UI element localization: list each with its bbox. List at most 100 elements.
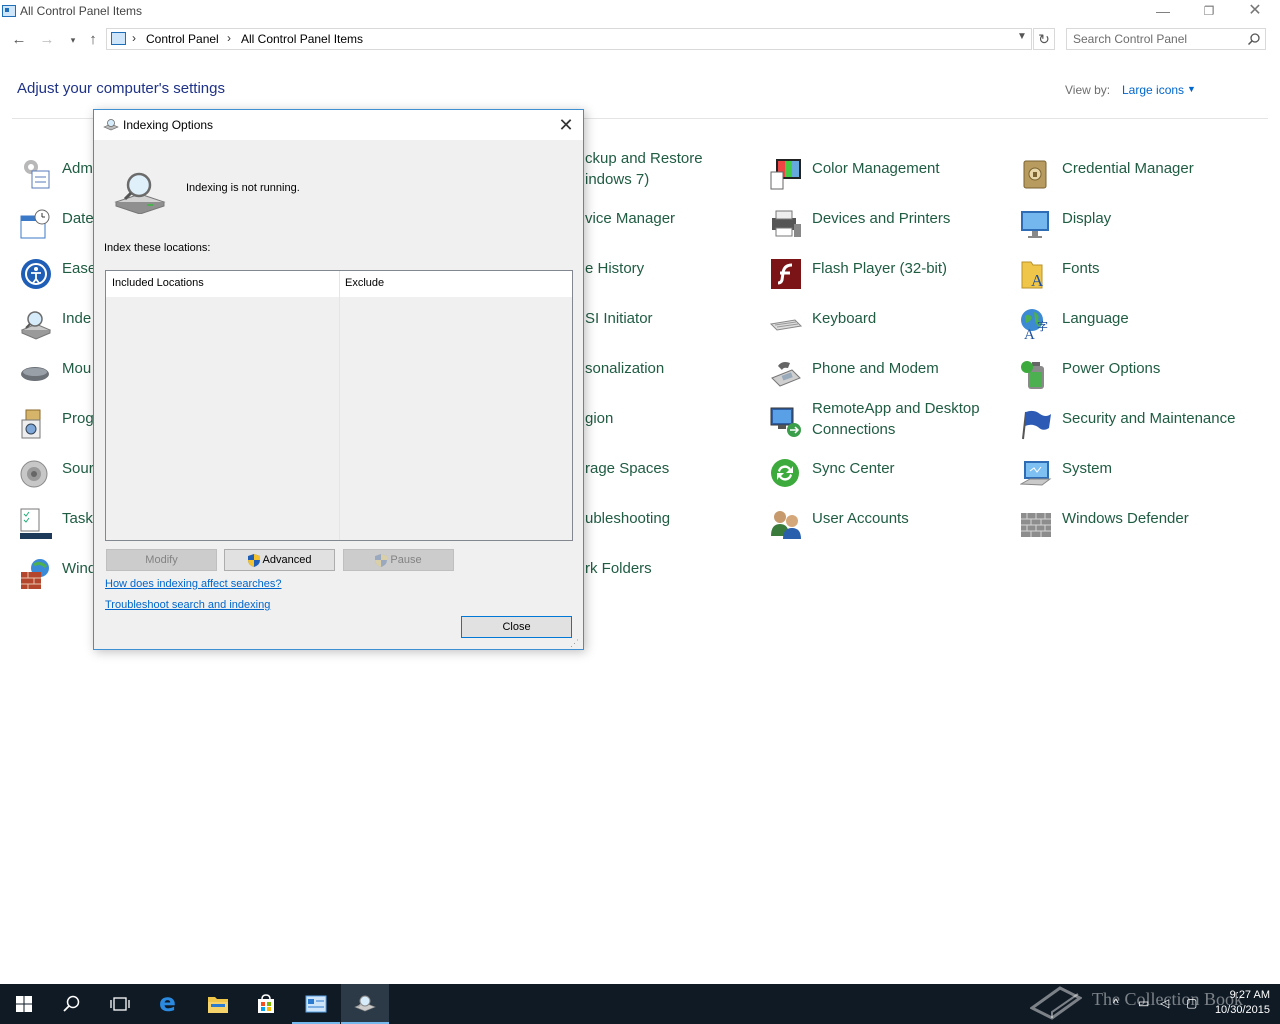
resize-grip-icon[interactable]: ⋰ (570, 638, 579, 649)
sync-center-icon (771, 459, 799, 487)
cp-item-fonts[interactable]: A Fonts (1020, 258, 1260, 302)
cp-item-system[interactable]: System (1020, 458, 1260, 502)
chevron-down-icon[interactable]: ▼ (1017, 31, 1027, 42)
maximize-button[interactable]: ❐ (1186, 0, 1232, 24)
up-arrow-icon[interactable]: ↑ (83, 30, 103, 50)
cp-item-flash-player[interactable]: Flash Player (32-bit) (770, 258, 1010, 302)
remoteapp-icon (770, 407, 801, 437)
cp-item-credential-manager[interactable]: Credential Manager (1020, 158, 1260, 202)
cp-item-mouse[interactable]: Mou (20, 358, 100, 402)
search-input[interactable] (1073, 32, 1243, 46)
indexing-icon (103, 119, 119, 131)
power-options-icon (1021, 361, 1044, 389)
security-maintenance-icon (1022, 410, 1051, 440)
language-icon: A字 (1021, 309, 1048, 340)
search-button[interactable] (48, 984, 96, 1024)
taskbar-file-explorer[interactable] (194, 984, 242, 1024)
cp-item-power-options[interactable]: Power Options (1020, 358, 1260, 402)
cp-item-programs[interactable]: Prog (20, 408, 100, 452)
folder-icon (208, 997, 228, 1013)
window-close-button[interactable]: ✕ (1232, 0, 1278, 24)
breadcrumb-control-panel[interactable]: Control Panel (146, 32, 219, 46)
breadcrumb-chevron-icon[interactable]: › (132, 31, 136, 45)
search-icon[interactable] (1247, 32, 1261, 46)
locations-table[interactable]: Included Locations Exclude (105, 270, 573, 541)
indexing-icon (354, 995, 376, 1012)
close-button[interactable]: Close (461, 616, 572, 638)
column-header-included[interactable]: Included Locations (112, 277, 204, 289)
cp-item-sound[interactable]: Sour (20, 458, 100, 502)
uac-shield-icon (375, 553, 388, 567)
dialog-close-icon[interactable]: ✕ (554, 113, 578, 137)
address-row: ← → ▾ ↑ › Control Panel › All Control Pa… (0, 26, 1280, 54)
index-locations-label: Index these locations: (104, 242, 211, 254)
pause-button[interactable]: Pause (343, 549, 454, 571)
cp-item-label: Keyboard (812, 310, 877, 327)
cp-item-phone-modem[interactable]: Phone and Modem (770, 358, 1010, 402)
start-button[interactable] (0, 984, 48, 1024)
cp-item-sync-center[interactable]: Sync Center (770, 458, 1010, 502)
caret-down-icon[interactable]: ▼ (1187, 84, 1196, 94)
phone-modem-icon (771, 362, 801, 387)
column-divider[interactable] (339, 271, 340, 540)
cp-item-devices-printers[interactable]: Devices and Printers (770, 208, 1010, 252)
indexing-icon (20, 311, 52, 340)
cp-item-date-time[interactable]: Date (20, 208, 100, 252)
window-titlebar: All Control Panel Items — ❐ ✕ (0, 0, 1280, 24)
cp-item-taskbar[interactable]: Task (20, 508, 100, 552)
cp-item-color-management[interactable]: Color Management (770, 158, 1010, 202)
search-box[interactable] (1066, 28, 1266, 50)
task-view-button[interactable] (96, 984, 144, 1024)
cp-item-label: Devices and Printers (812, 210, 951, 227)
taskbar: e ^ ▭ ◁ ▢ 9:27 AM 10/30/2015 (0, 984, 1280, 1024)
cp-item-label: Credential Manager (1062, 160, 1194, 177)
cp-item-security-maintenance[interactable]: Security and Maintenance (1020, 408, 1260, 452)
taskbar-control-panel[interactable] (292, 984, 340, 1024)
edge-icon: e (159, 988, 176, 1017)
cp-item-windows-defender[interactable]: Windows Defender (1020, 508, 1260, 552)
forward-arrow-icon[interactable]: → (37, 30, 57, 50)
column-header-exclude[interactable]: Exclude (345, 277, 384, 289)
cp-item-remoteapp[interactable]: RemoteApp and Desktop Connections (770, 398, 1010, 446)
breadcrumb-chevron-icon[interactable]: › (227, 31, 231, 45)
indexing-magnifier-icon (114, 172, 166, 214)
cp-item-ease-of-access[interactable]: Ease (20, 258, 100, 302)
breadcrumb-all-items[interactable]: All Control Panel Items (241, 32, 363, 46)
admin-tools-icon (24, 160, 50, 189)
cp-item-label: Display (1062, 210, 1112, 227)
taskbar-store[interactable] (242, 984, 290, 1024)
dialog-titlebar[interactable]: Indexing Options ✕ (94, 110, 583, 140)
taskbar-indexing-options[interactable] (341, 984, 389, 1024)
indexing-options-dialog: Indexing Options ✕ Indexing is not runni… (93, 109, 584, 650)
pause-button-label: Pause (390, 554, 422, 566)
minimize-button[interactable]: — (1140, 0, 1186, 24)
cp-item-admin-tools[interactable]: Adm (20, 158, 100, 202)
firewall-icon (21, 559, 49, 589)
advanced-button[interactable]: Advanced (224, 549, 335, 571)
view-by-label: View by: (1065, 83, 1111, 97)
cp-item-language[interactable]: A字 Language (1020, 308, 1260, 352)
cp-item-display[interactable]: Display (1020, 208, 1260, 252)
how-indexing-link[interactable]: How does indexing affect searches? (105, 578, 282, 590)
cp-item-label: Sync Center (812, 460, 895, 477)
cp-item-label: System (1062, 460, 1113, 477)
cp-item-indexing-options[interactable]: Inde (20, 308, 100, 352)
recent-locations-chevron-icon[interactable]: ▾ (63, 30, 83, 50)
refresh-icon[interactable]: ↻ (1033, 28, 1055, 50)
cp-item-label: Flash Player (32-bit) (812, 260, 948, 277)
cp-item-label: rk Folders (585, 560, 652, 577)
modify-button[interactable]: Modify (106, 549, 217, 571)
watermark-book-icon (1030, 986, 1082, 1020)
cp-item-keyboard[interactable]: Keyboard (770, 308, 1010, 352)
cp-item-windows-firewall[interactable]: Wind (20, 558, 100, 602)
store-icon (258, 994, 274, 1013)
address-bar[interactable]: › Control Panel › All Control Panel Item… (106, 28, 1032, 50)
cp-item-user-accounts[interactable]: User Accounts (770, 508, 1010, 552)
taskbar-edge[interactable]: e (146, 984, 194, 1024)
troubleshoot-link[interactable]: Troubleshoot search and indexing (105, 599, 270, 611)
view-by-dropdown[interactable]: Large icons (1122, 83, 1184, 97)
system-icon (1020, 461, 1052, 486)
cp-item-label: RemoteApp and Desktop Connections (812, 400, 980, 438)
back-arrow-icon[interactable]: ← (9, 30, 29, 50)
cp-item-label: Security and Maintenance (1062, 410, 1236, 427)
